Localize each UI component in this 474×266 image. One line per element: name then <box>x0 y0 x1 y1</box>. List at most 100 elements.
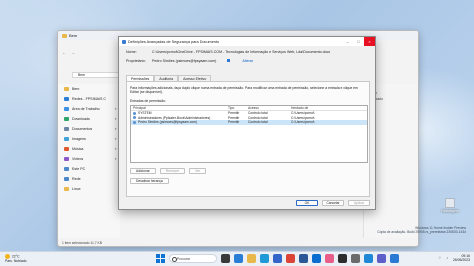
permissions-panel: Para informações adicionais, faça duplo … <box>126 81 370 197</box>
cell-principal: SYSTEM <box>131 111 228 115</box>
pin-icon: ✦ <box>114 117 117 121</box>
table-row[interactable]: Pedro Simões (psimoes@fpsyaam.com) Permit… <box>131 120 367 125</box>
nav-item-label: Vídeos <box>72 157 84 161</box>
taskbar-search[interactable]: Procurar <box>169 254 217 263</box>
nav-item[interactable]: Música ✦ <box>58 144 120 154</box>
cell-principal: Administradores (Pplsater-Book\Administr… <box>131 116 228 120</box>
start-button[interactable] <box>156 254 165 263</box>
remove-button[interactable]: Remover <box>159 168 186 174</box>
cell-access: Controlo total <box>248 115 268 120</box>
taskview-icon[interactable] <box>221 254 230 263</box>
explorer-status: 1 item selecionado 11,7 KB <box>62 241 102 245</box>
close-icon[interactable]: × <box>364 37 375 46</box>
owner-label: Proprietário: <box>126 59 146 63</box>
explorer-title: Bem <box>69 33 78 38</box>
settings-icon[interactable] <box>351 254 360 263</box>
recycle-bin-shortcut[interactable]: Reciclagem <box>438 198 462 213</box>
forward-arrow-icon[interactable]: → <box>71 50 76 55</box>
admin-shield-icon <box>227 59 231 62</box>
clock[interactable]: 09:16 26/06/2023 <box>453 254 470 262</box>
nav-item-label: Downloads <box>72 117 90 121</box>
windows-watermark: Windows 11 Home Insider Preview Cópia de… <box>377 226 466 234</box>
weather-widget[interactable]: 22°C Parc. Nublado <box>5 254 27 263</box>
terminal-icon[interactable] <box>338 254 347 263</box>
pin-icon: ✦ <box>114 137 117 141</box>
apply-button[interactable]: Aplicar <box>348 200 370 206</box>
nav-item[interactable]: Vídeos ✦ <box>58 154 120 164</box>
minimize-icon[interactable]: – <box>342 37 353 46</box>
col-principal[interactable]: Principal <box>131 106 228 110</box>
ok-button[interactable]: OK <box>296 200 318 206</box>
chrome-icon[interactable] <box>286 254 295 263</box>
word-icon[interactable] <box>299 254 308 263</box>
pin-icon: ✦ <box>114 157 117 161</box>
nav-item[interactable]: Rede <box>58 174 120 184</box>
add-button[interactable]: Adicionar <box>130 168 156 174</box>
nav-item[interactable]: Linux <box>58 184 120 194</box>
desktop-icon <box>64 107 69 111</box>
security-shield-icon <box>122 39 126 44</box>
cell-inherited: C:\Users\pcmoi\ <box>291 115 315 120</box>
owner-row: Proprietário: Pedro Simões (psimoes@fpsy… <box>126 59 253 63</box>
permission-entries-table[interactable]: Principal Tipo Acesso Herdado de SYSTEM P… <box>130 105 368 163</box>
weather-text: Parc. Nublado <box>5 259 27 263</box>
user-icon <box>133 120 136 124</box>
view-button[interactable]: Ver <box>189 168 207 174</box>
nav-item-label: Documentos <box>72 127 93 131</box>
nav-item-label: Imagens <box>72 137 86 141</box>
vscode-icon[interactable] <box>364 254 373 263</box>
window-controls: – □ × <box>342 37 375 46</box>
user-icon <box>133 116 136 120</box>
col-inherited[interactable]: Herdado de <box>291 106 367 110</box>
principal-text: Administradores (Pplsater-Book\Administr… <box>138 115 211 120</box>
disable-inheritance-button[interactable]: Desativar herança <box>130 178 169 184</box>
cloud-icon <box>64 97 69 101</box>
cell-type: Permitir <box>228 120 240 125</box>
nav-item[interactable]: Área de Trabalho ✦ <box>58 104 120 114</box>
nav-item-label: Redes - FPSIMAIS C <box>72 97 106 101</box>
explorer-address-bar[interactable]: Bem <box>72 72 122 78</box>
clock-date: 26/06/2023 <box>453 258 470 263</box>
photos-icon[interactable] <box>325 254 334 263</box>
store-icon[interactable] <box>273 254 282 263</box>
entry-buttons: Adicionar Remover Ver <box>130 168 207 174</box>
col-access[interactable]: Acesso <box>248 106 291 110</box>
widgets-icon[interactable] <box>234 254 243 263</box>
cell-principal: Pedro Simões (psimoes@fpsyaam.com) <box>131 120 228 124</box>
cancel-button[interactable]: Cancelar <box>322 200 344 206</box>
dialog-footer: OK Cancelar Aplicar <box>296 200 370 206</box>
advanced-security-dialog[interactable]: Definições Avançadas de Segurança para D… <box>118 36 376 210</box>
recycle-bin-icon <box>445 198 455 208</box>
maximize-icon[interactable]: □ <box>353 37 364 46</box>
col-type[interactable]: Tipo <box>228 106 248 110</box>
teams-icon[interactable] <box>377 254 386 263</box>
nav-item-label: Música <box>72 147 84 151</box>
nav-item[interactable]: Imagens ✦ <box>58 134 120 144</box>
dialog-titlebar[interactable]: Definições Avançadas de Segurança para D… <box>119 37 375 46</box>
download-icon <box>64 117 69 121</box>
watermark-line-2: Cópia de avaliação. Build 25905.rs_prere… <box>377 230 466 234</box>
nav-item[interactable]: Downloads ✦ <box>58 114 120 124</box>
name-row: Nome: C:\Users\pcmoi\OneDrive - FPSIMAIS… <box>126 50 330 54</box>
taskbar-apps: Procurar <box>156 254 399 263</box>
name-value: C:\Users\pcmoi\OneDrive - FPSIMAIS.COM -… <box>152 50 331 54</box>
user-icon <box>133 111 136 115</box>
change-owner-link[interactable]: Alterar <box>242 59 253 63</box>
document-icon <box>64 127 69 131</box>
mail-icon[interactable] <box>312 254 321 263</box>
pin-icon: ✦ <box>114 107 117 111</box>
cell-type: Permitir <box>228 115 240 120</box>
wifi-icon[interactable]: ⌔ <box>438 256 441 261</box>
nav-item[interactable]: Documentos ✦ <box>58 124 120 134</box>
nav-item[interactable]: Bem <box>58 84 120 94</box>
nav-item[interactable]: Redes - FPSIMAIS C <box>58 94 120 104</box>
cell-inherited: C:\Users\pcmoi\ <box>291 120 315 125</box>
cell-access: Controlo total <box>248 111 268 116</box>
nav-item[interactable]: Este PC <box>58 164 120 174</box>
volume-icon[interactable]: ♪ <box>446 256 448 260</box>
explorer-nav-pane: Bem Redes - FPSIMAIS C Área de Trabalho ✦ Do… <box>58 84 120 238</box>
edge-icon[interactable] <box>260 254 269 263</box>
back-arrow-icon[interactable]: ← <box>62 50 67 55</box>
onedrive-icon[interactable] <box>390 254 399 263</box>
explorer-icon[interactable] <box>247 254 256 263</box>
